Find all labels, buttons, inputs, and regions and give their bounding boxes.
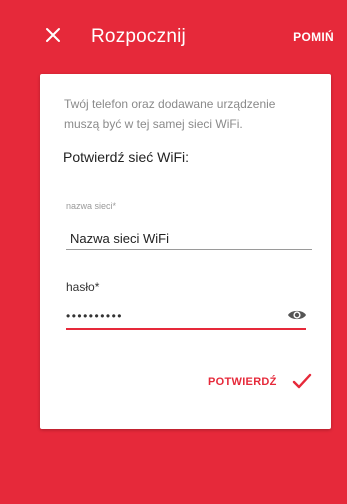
close-button[interactable] <box>44 26 62 44</box>
confirm-button-label: POTWIERDŹ <box>208 376 277 388</box>
check-icon <box>292 373 312 389</box>
page-title: Rozpocznij <box>91 26 186 47</box>
wifi-card: Twój telefon oraz dodawane urządzenie mu… <box>40 74 331 429</box>
confirm-wifi-heading: Potwierdź sieć WiFi: <box>63 149 190 165</box>
wifi-description: Twój telefon oraz dodawane urządzenie mu… <box>64 97 276 131</box>
password-label: hasło* <box>66 280 100 294</box>
ssid-input[interactable] <box>66 227 312 250</box>
eye-icon <box>288 310 306 320</box>
password-input[interactable] <box>66 304 306 330</box>
app-bar: Rozpocznij POMIŃ <box>0 0 347 72</box>
close-icon <box>46 28 60 42</box>
confirm-button[interactable]: POTWIERDŹ <box>208 371 312 393</box>
ssid-label: nazwa sieci* <box>66 201 117 211</box>
show-password-button[interactable] <box>287 306 307 324</box>
skip-button[interactable]: POMIŃ <box>293 30 334 44</box>
